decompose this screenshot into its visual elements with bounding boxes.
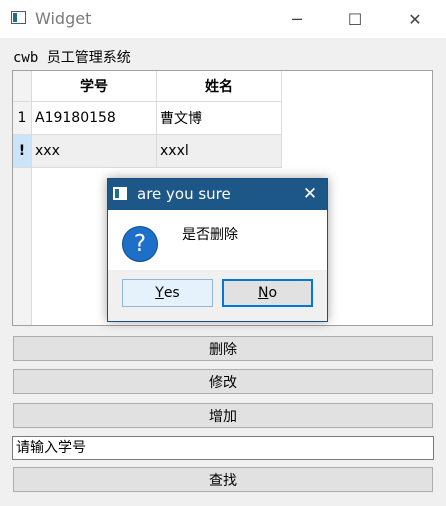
- window-titlebar: Widget ─ ☐ ✕: [0, 0, 446, 38]
- dialog-body: ? 是否删除: [108, 210, 327, 270]
- table-cell-id[interactable]: A19180158: [32, 102, 157, 135]
- modify-button[interactable]: 修改: [13, 369, 433, 394]
- table-cell-id[interactable]: xxx: [32, 135, 157, 168]
- dialog-app-icon: [113, 187, 127, 200]
- close-button[interactable]: ✕: [392, 0, 438, 38]
- table-cell-name[interactable]: 曹文博: [157, 102, 282, 135]
- no-mnemonic: N: [257, 285, 269, 301]
- row-header-editing[interactable]: !: [13, 135, 32, 168]
- table-corner-button[interactable]: [13, 71, 32, 102]
- confirm-delete-dialog: are you sure ✕ ? 是否删除 Yes No: [107, 178, 328, 322]
- question-icon: ?: [122, 226, 158, 262]
- maximize-button[interactable]: ☐: [332, 0, 378, 38]
- row-header[interactable]: 1: [13, 102, 32, 135]
- dialog-message: 是否删除: [182, 227, 238, 243]
- student-id-search-input[interactable]: 请输入学号: [12, 436, 434, 460]
- minimize-button[interactable]: ─: [274, 0, 320, 38]
- yes-button[interactable]: Yes: [122, 279, 213, 307]
- yes-mnemonic: Y: [155, 285, 164, 301]
- dialog-title: are you sure: [137, 185, 231, 203]
- table-cell-name[interactable]: xxxl: [157, 135, 282, 168]
- add-button[interactable]: 增加: [13, 403, 433, 428]
- yes-label-rest: es: [163, 285, 180, 301]
- page-title: cwb 员工管理系统: [13, 50, 131, 66]
- no-button[interactable]: No: [222, 279, 313, 307]
- column-header-id[interactable]: 学号: [32, 71, 157, 102]
- window-title: Widget: [35, 9, 92, 28]
- search-button[interactable]: 查找: [13, 467, 433, 492]
- column-header-name[interactable]: 姓名: [157, 71, 282, 102]
- dialog-close-button[interactable]: ✕: [297, 182, 323, 206]
- no-label-rest: o: [268, 285, 278, 301]
- app-icon: [11, 11, 26, 24]
- delete-button[interactable]: 删除: [13, 336, 433, 361]
- dialog-titlebar: are you sure ✕: [108, 179, 327, 210]
